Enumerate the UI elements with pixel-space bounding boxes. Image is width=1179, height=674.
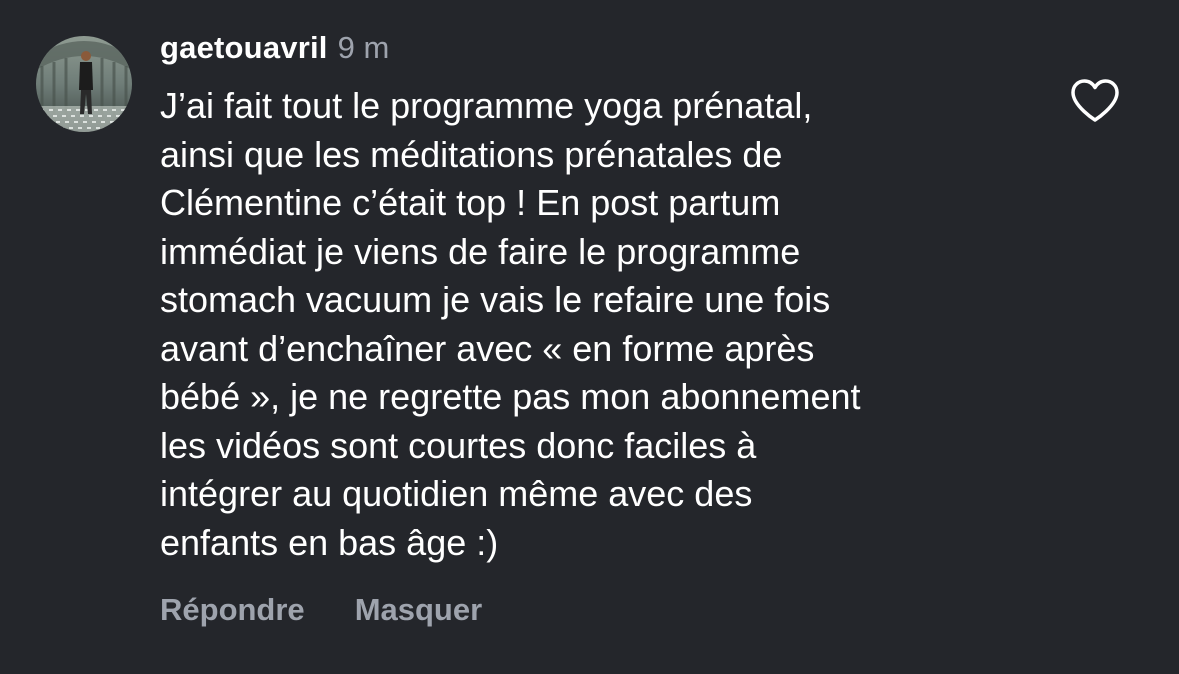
heart-outline-icon	[1071, 79, 1119, 122]
username[interactable]: gaetouavril	[160, 30, 328, 66]
reply-button[interactable]: Répondre	[160, 592, 305, 628]
comment-body: gaetouavril 9 m J’ai fait tout le progra…	[160, 30, 1040, 567]
like-button[interactable]	[1070, 78, 1120, 124]
comment-actions: Répondre Masquer	[160, 592, 482, 628]
avatar[interactable]	[36, 36, 132, 132]
comment-text: J’ai fait tout le programme yoga prénata…	[160, 85, 861, 563]
avatar-image	[36, 36, 132, 132]
hide-button[interactable]: Masquer	[355, 592, 482, 628]
comment-item: gaetouavril 9 m J’ai fait tout le progra…	[0, 0, 1179, 674]
timestamp: 9 m	[337, 30, 390, 65]
comment-header: gaetouavril 9 m	[160, 30, 1040, 76]
